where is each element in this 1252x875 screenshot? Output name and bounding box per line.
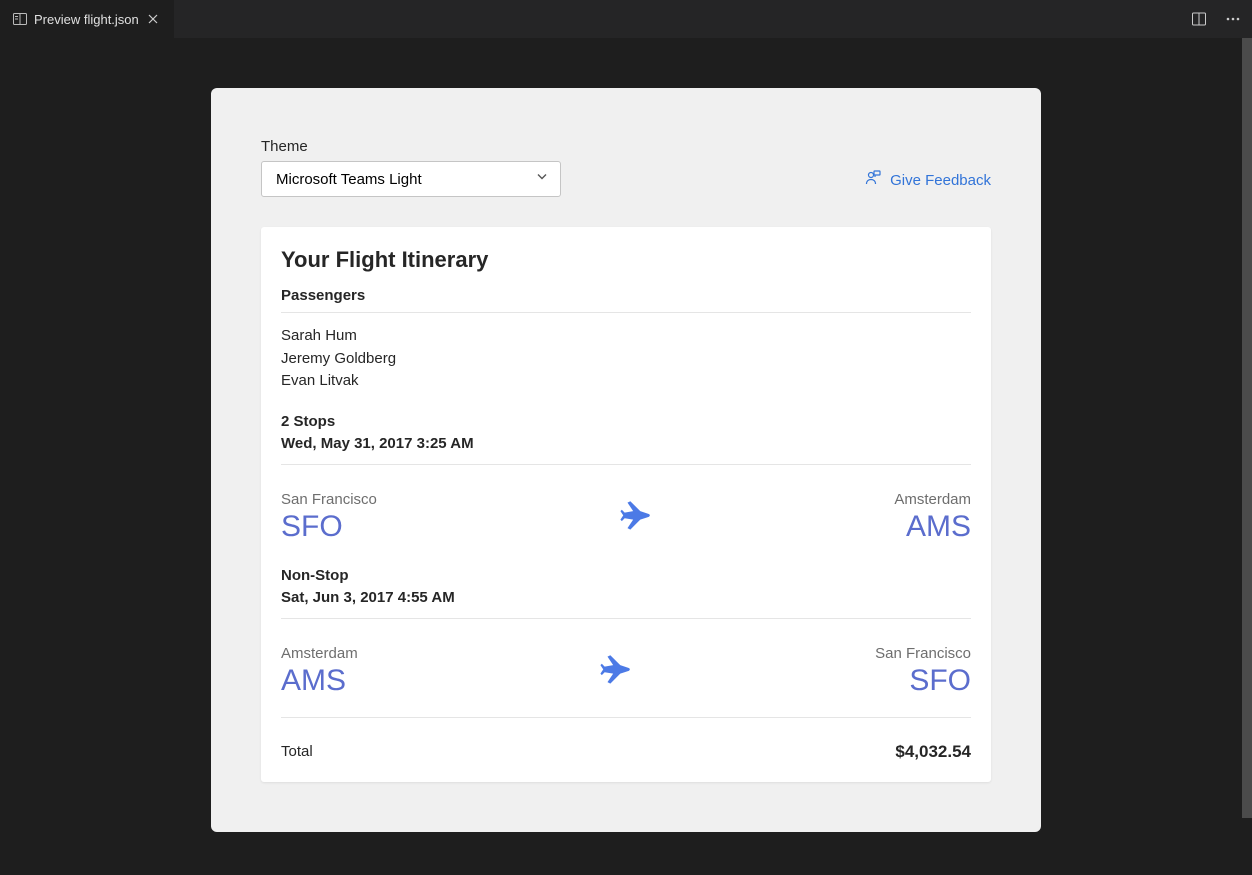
tab-title: Preview flight.json bbox=[34, 12, 139, 27]
total-value: $4,032.54 bbox=[895, 742, 971, 762]
passenger-name: Sarah Hum bbox=[281, 325, 971, 348]
scroll-thumb[interactable] bbox=[1242, 38, 1252, 818]
leg-stops: Non-Stop bbox=[281, 565, 971, 588]
passenger-list: Sarah Hum Jeremy Goldberg Evan Litvak bbox=[281, 325, 971, 393]
origin-code: AMS bbox=[281, 664, 358, 697]
leg-datetime: Wed, May 31, 2017 3:25 AM bbox=[281, 433, 971, 456]
scrollbar[interactable] bbox=[1242, 38, 1252, 875]
origin: San Francisco SFO bbox=[281, 491, 377, 543]
close-icon[interactable] bbox=[145, 11, 161, 27]
feedback-person-icon bbox=[864, 169, 882, 191]
route-row: Amsterdam AMS San Francisco SFO bbox=[281, 631, 971, 701]
origin-city: San Francisco bbox=[281, 491, 377, 508]
airplane-icon bbox=[599, 651, 633, 690]
divider bbox=[281, 464, 971, 465]
preview-pane-icon bbox=[12, 11, 28, 27]
airplane-icon bbox=[619, 497, 653, 536]
leg-datetime: Sat, Jun 3, 2017 4:55 AM bbox=[281, 587, 971, 610]
destination-city: Amsterdam bbox=[894, 491, 971, 508]
total-label: Total bbox=[281, 743, 313, 760]
card-title: Your Flight Itinerary bbox=[281, 247, 971, 273]
feedback-label: Give Feedback bbox=[890, 172, 991, 189]
itinerary-card: Your Flight Itinerary Passengers Sarah H… bbox=[261, 227, 991, 782]
theme-label: Theme bbox=[261, 138, 561, 155]
destination: San Francisco SFO bbox=[875, 645, 971, 697]
total-row: Total $4,032.54 bbox=[281, 730, 971, 762]
leg-stops: 2 Stops bbox=[281, 411, 971, 434]
origin-code: SFO bbox=[281, 510, 377, 543]
editor-content: Theme Give Feedback bbox=[0, 38, 1252, 875]
passenger-name: Jeremy Goldberg bbox=[281, 348, 971, 371]
destination-code: AMS bbox=[906, 510, 971, 543]
tab-bar: Preview flight.json bbox=[0, 0, 1252, 38]
divider bbox=[281, 618, 971, 619]
divider bbox=[281, 717, 971, 718]
theme-selector-block: Theme bbox=[261, 138, 561, 197]
passenger-name: Evan Litvak bbox=[281, 370, 971, 393]
origin: Amsterdam AMS bbox=[281, 645, 358, 697]
preview-header: Theme Give Feedback bbox=[261, 138, 991, 197]
split-editor-icon[interactable] bbox=[1188, 8, 1210, 30]
destination: Amsterdam AMS bbox=[894, 491, 971, 543]
flight-leg: 2 Stops Wed, May 31, 2017 3:25 AM San Fr… bbox=[281, 411, 971, 547]
editor-title-actions bbox=[1188, 0, 1252, 38]
destination-code: SFO bbox=[909, 664, 971, 697]
tab-preview-flight[interactable]: Preview flight.json bbox=[0, 0, 174, 38]
feedback-link[interactable]: Give Feedback bbox=[864, 169, 991, 191]
divider bbox=[281, 312, 971, 313]
passengers-label: Passengers bbox=[281, 287, 971, 304]
more-actions-icon[interactable] bbox=[1222, 8, 1244, 30]
origin-city: Amsterdam bbox=[281, 645, 358, 662]
theme-select[interactable] bbox=[261, 161, 561, 197]
flight-leg: Non-Stop Sat, Jun 3, 2017 4:55 AM Amster… bbox=[281, 565, 971, 701]
destination-city: San Francisco bbox=[875, 645, 971, 662]
preview-page: Theme Give Feedback bbox=[211, 88, 1041, 832]
route-row: San Francisco SFO Amsterdam AMS bbox=[281, 477, 971, 547]
